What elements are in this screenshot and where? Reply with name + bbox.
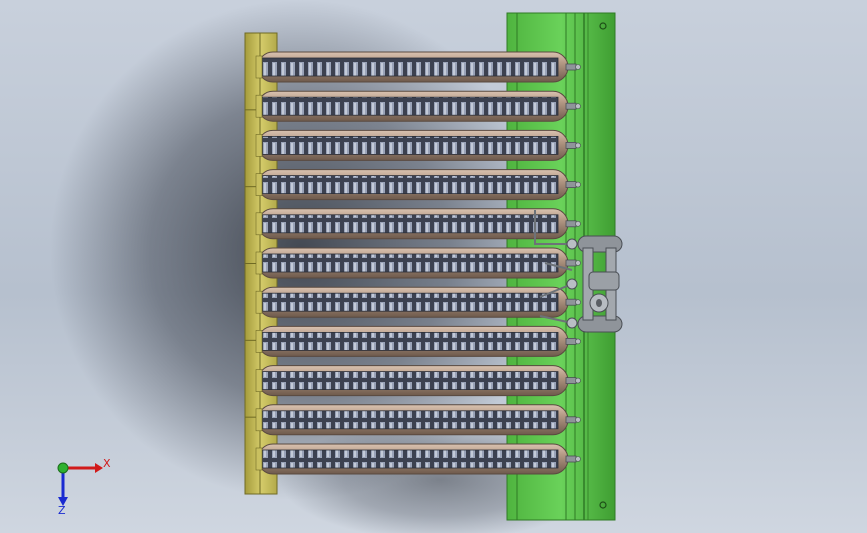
tube-terminal — [565, 102, 577, 110]
tube-collar — [255, 212, 263, 236]
tube-collar — [255, 330, 263, 353]
tube-collar — [255, 369, 263, 392]
heater-tube[interactable] — [255, 51, 581, 83]
fin-band — [261, 175, 559, 195]
heater-tube[interactable] — [255, 90, 581, 122]
tube-collar — [255, 290, 263, 314]
tube-collar — [255, 447, 263, 471]
tube-terminal — [565, 377, 577, 385]
heater-tube[interactable] — [255, 169, 581, 201]
tube-collar — [255, 134, 263, 157]
tube-terminal — [565, 416, 577, 424]
fin-band — [261, 214, 559, 234]
triad-origin — [57, 462, 69, 474]
fin-band — [261, 135, 559, 155]
tube-terminal — [565, 141, 577, 149]
tube-collar — [255, 408, 263, 432]
tube-collar — [255, 173, 263, 196]
heater-tube-array[interactable] — [255, 51, 581, 475]
heater-tube[interactable] — [255, 286, 581, 318]
tube-terminal — [565, 63, 577, 71]
z-axis-label: Z — [58, 504, 66, 517]
tube-collar — [255, 94, 263, 118]
tube-terminal — [565, 298, 577, 306]
heater-tube[interactable] — [255, 208, 581, 240]
fin-band — [261, 331, 559, 351]
manifold-body[interactable] — [577, 235, 623, 333]
tube-terminal — [565, 259, 577, 267]
fin-band — [261, 57, 559, 77]
heater-tube[interactable] — [255, 365, 581, 397]
fin-band — [261, 449, 559, 469]
tube-collar — [255, 55, 263, 79]
fin-band — [261, 371, 559, 391]
fin-band — [261, 96, 559, 116]
tube-terminal — [565, 181, 577, 189]
heater-tube[interactable] — [255, 247, 581, 279]
fin-band — [261, 292, 559, 312]
tube-terminal — [565, 455, 577, 463]
fin-band — [261, 410, 559, 430]
heater-tube[interactable] — [255, 325, 581, 357]
tube-terminal — [565, 337, 577, 345]
heater-tube[interactable] — [255, 129, 581, 161]
x-axis-label: X — [103, 457, 111, 470]
heater-tube[interactable] — [255, 404, 581, 436]
3d-viewport[interactable]: X Z — [0, 0, 867, 533]
tube-terminal — [565, 220, 577, 228]
tube-collar — [255, 251, 263, 275]
coordinate-triad: X Z — [57, 457, 111, 517]
fin-band — [261, 253, 559, 273]
heater-tube[interactable] — [255, 443, 581, 475]
